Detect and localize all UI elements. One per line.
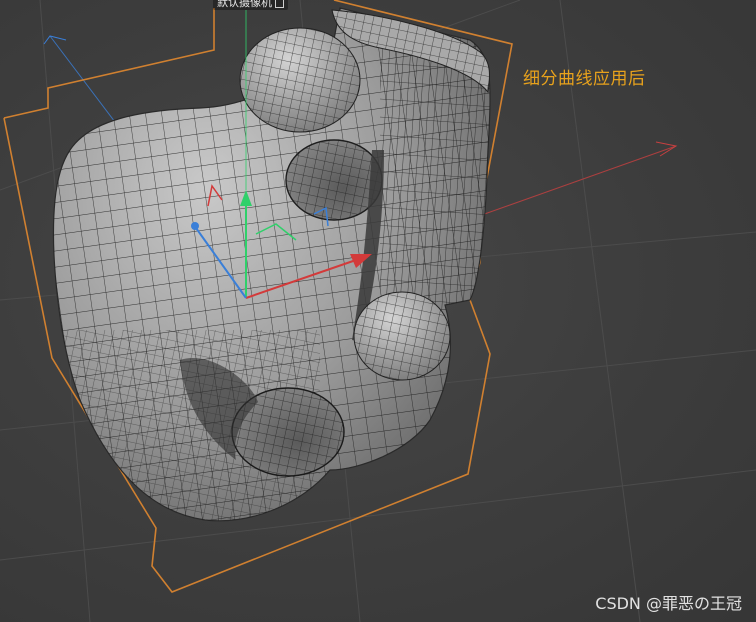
- camera-icon: [275, 0, 284, 8]
- watermark: CSDN @罪恶の王冠: [595, 594, 742, 613]
- 3d-viewport[interactable]: 默认摄像机 细分曲线应用后 CSDN @罪恶の王冠: [0, 0, 756, 622]
- viewport-canvas[interactable]: [0, 0, 756, 622]
- camera-label-text: 默认摄像机: [217, 0, 272, 9]
- annotation-text: 细分曲线应用后: [523, 69, 646, 89]
- gizmo-z-handle[interactable]: [191, 222, 199, 230]
- world-x-axis-arrow: [655, 141, 678, 157]
- subdivided-mesh[interactable]: [40, 0, 500, 540]
- camera-label[interactable]: 默认摄像机: [213, 0, 288, 10]
